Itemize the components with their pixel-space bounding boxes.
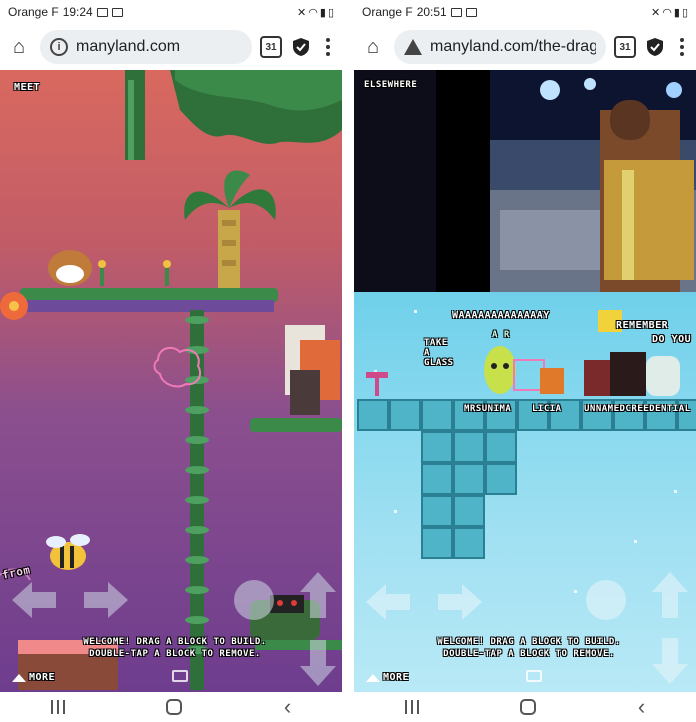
menu-icon[interactable] xyxy=(674,38,690,56)
menu-icon[interactable] xyxy=(320,38,336,56)
more-button[interactable]: MORE xyxy=(366,672,409,683)
more-label: MORE xyxy=(29,672,56,683)
name-tag: UNNAMEDCREEDENTIAL xyxy=(584,404,691,414)
url-text: manyland.com xyxy=(76,38,181,55)
down-arrow-icon[interactable] xyxy=(650,636,690,686)
down-arrow-icon[interactable] xyxy=(298,638,338,688)
welcome-message: WELCOME! DRAG A BLOCK TO BUILD. DOUBLE-T… xyxy=(414,636,644,660)
url-text: manyland.com/the-drag xyxy=(430,38,596,55)
warning-icon[interactable] xyxy=(404,39,422,55)
status-bar: Orange F 20:51 ✕ ◠ ▮ ▯ xyxy=(354,0,696,24)
nav-home-icon[interactable] xyxy=(166,699,183,715)
back-icon[interactable]: ‹ xyxy=(284,696,291,718)
carrier-label: Orange F xyxy=(362,5,413,19)
browser-toolbar: ⌂ i manyland.com 31 xyxy=(0,26,342,68)
home-icon[interactable]: ⌂ xyxy=(360,34,386,60)
game-canvas[interactable]: ELSEWHERE WAAAAAAAAAAAAAY A R TAKE A GLA… xyxy=(354,70,696,692)
signal-icon: ▮ xyxy=(673,6,680,19)
address-bar[interactable]: i manyland.com xyxy=(40,30,252,64)
up-arrow-icon[interactable] xyxy=(650,570,690,620)
android-nav-bar: ‹ xyxy=(354,692,696,722)
more-label: MORE xyxy=(383,672,410,683)
right-arrow-icon[interactable] xyxy=(82,580,130,620)
action-button-icon[interactable] xyxy=(232,578,276,622)
welcome-line-1: WELCOME! DRAG A BLOCK TO BUILD. xyxy=(437,637,621,647)
recent-apps-icon[interactable] xyxy=(404,700,419,714)
wifi-icon: ◠ xyxy=(662,6,672,19)
battery-icon: ▯ xyxy=(681,6,688,19)
status-bar: Orange F 19:24 ✕ ◠ ▮ ▯ xyxy=(0,0,342,24)
shield-icon[interactable] xyxy=(644,35,666,59)
game-canvas[interactable]: MEET from WELCOME! DRAG A BLOCK TO BUILD… xyxy=(0,70,342,692)
tabs-icon[interactable]: 31 xyxy=(614,36,636,58)
gallery-notification-icon xyxy=(450,7,462,17)
take-a-glass-text: TAKE A GLASS xyxy=(424,338,454,368)
meet-label[interactable]: MEET xyxy=(14,82,40,93)
take-a-glass-line: GLASS xyxy=(424,358,454,368)
wifi-icon: ◠ xyxy=(308,6,318,19)
elsewhere-label[interactable]: ELSEWHERE xyxy=(364,80,417,90)
remember-text: REMEMBER xyxy=(616,320,669,331)
info-icon[interactable]: i xyxy=(50,38,68,56)
mute-icon: ✕ xyxy=(651,6,661,19)
take-a-glass-line: TAKE xyxy=(424,338,448,348)
welcome-message: WELCOME! DRAG A BLOCK TO BUILD. DOUBLE-T… xyxy=(60,636,290,660)
clock: 20:51 xyxy=(416,5,447,19)
welcome-line-1: WELCOME! DRAG A BLOCK TO BUILD. xyxy=(83,637,267,647)
screenshot-root: Orange F 19:24 ✕ ◠ ▮ ▯ ⌂ i manyland.com … xyxy=(0,0,696,722)
tabs-icon[interactable]: 31 xyxy=(260,36,282,58)
clock: 19:24 xyxy=(62,5,93,19)
take-a-glass-line: A xyxy=(424,348,430,358)
more-triangle-icon xyxy=(366,673,380,682)
do-you-text: DO YOU xyxy=(652,334,692,345)
browser-toolbar: ⌂ manyland.com/the-drag 31 xyxy=(354,26,696,68)
notification-icon xyxy=(465,7,477,17)
more-button[interactable]: MORE xyxy=(12,672,55,683)
battery-icon: ▯ xyxy=(327,6,334,19)
address-bar[interactable]: manyland.com/the-drag xyxy=(394,30,606,64)
chat-icon[interactable] xyxy=(172,670,188,682)
chat-icon[interactable] xyxy=(526,670,542,682)
nav-home-icon[interactable] xyxy=(520,699,537,715)
left-arrow-icon[interactable] xyxy=(364,582,412,622)
status-icons: ✕ ◠ ▮ ▯ xyxy=(651,6,688,19)
more-triangle-icon xyxy=(12,673,26,682)
status-icons: ✕ ◠ ▮ ▯ xyxy=(297,6,334,19)
home-icon[interactable]: ⌂ xyxy=(6,34,32,60)
right-arrow-icon[interactable] xyxy=(436,582,484,622)
android-nav-bar: ‹ xyxy=(0,692,342,722)
notification-icon xyxy=(111,7,123,17)
chat-bubble-shout: WAAAAAAAAAAAAAY xyxy=(452,310,550,321)
phone-left: Orange F 19:24 ✕ ◠ ▮ ▯ ⌂ i manyland.com … xyxy=(0,0,342,722)
phone-right: Orange F 20:51 ✕ ◠ ▮ ▯ ⌂ manyland.com/th… xyxy=(354,0,696,722)
small-tag: A R xyxy=(492,330,510,340)
left-arrow-icon[interactable] xyxy=(10,580,58,620)
action-button-icon[interactable] xyxy=(584,578,628,622)
name-tag: MRSUNIMA xyxy=(464,404,512,414)
signal-icon: ▮ xyxy=(319,6,326,19)
back-icon[interactable]: ‹ xyxy=(638,696,645,718)
name-tag: LICIA xyxy=(532,404,562,414)
welcome-line-2: DOUBLE-TAP A BLOCK TO REMOVE. xyxy=(89,649,261,659)
welcome-line-2: DOUBLE-TAP A BLOCK TO REMOVE. xyxy=(443,649,615,659)
up-arrow-icon[interactable] xyxy=(298,570,338,620)
shield-icon[interactable] xyxy=(290,35,312,59)
carrier-label: Orange F xyxy=(8,5,59,19)
mute-icon: ✕ xyxy=(297,6,307,19)
gallery-notification-icon xyxy=(96,7,108,17)
recent-apps-icon[interactable] xyxy=(50,700,65,714)
